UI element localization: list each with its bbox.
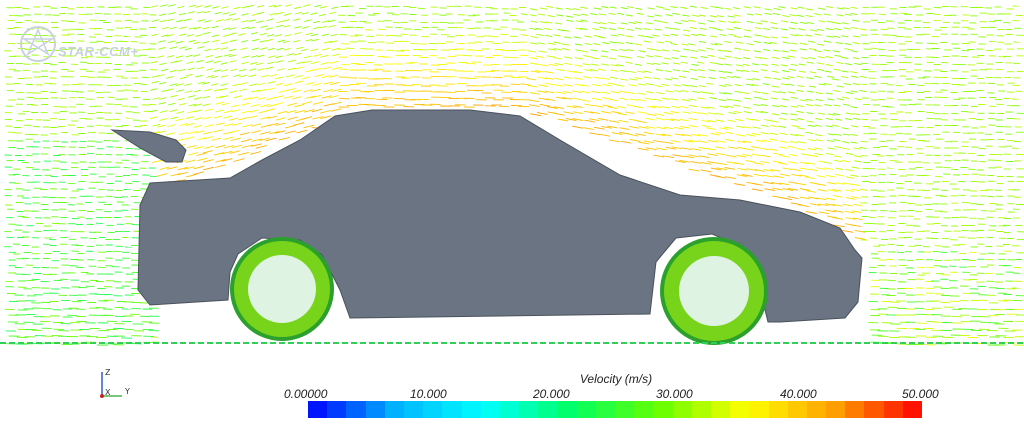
legend-color-cell — [519, 401, 539, 418]
rear-wheel — [230, 237, 334, 341]
legend-tick: 10.000 — [410, 387, 447, 401]
legend-color-cell — [691, 401, 711, 418]
legend-color-cell — [442, 401, 462, 418]
legend-tick: 40.000 — [780, 387, 817, 401]
legend-color-cell — [806, 401, 827, 418]
legend-color-cell — [730, 401, 750, 418]
legend-color-cell — [384, 401, 404, 418]
axis-y-label: Y — [125, 387, 130, 396]
axis-x-label: X — [105, 388, 111, 397]
logo-text: STAR-CCM+ — [58, 44, 139, 59]
legend-title: Velocity (m/s) — [579, 372, 653, 386]
legend-color-cell — [615, 401, 635, 418]
front-wheel — [660, 237, 768, 345]
legend-color-cell — [403, 401, 424, 418]
axis-triad-icon — [100, 372, 122, 398]
legend-color-cell — [346, 401, 366, 418]
legend-tick: 30.000 — [656, 387, 693, 401]
legend-color-cell — [595, 401, 615, 418]
legend-color-cell — [634, 401, 654, 418]
legend-color-cell — [576, 401, 596, 418]
legend-color-cell — [557, 401, 577, 418]
velocity-scalar-bar: Velocity (m/s) 0.00000 10.000 20.000 30.… — [284, 372, 939, 422]
legend-color-cell — [749, 401, 769, 418]
legend-color-cell — [653, 401, 673, 418]
legend-color-cell — [864, 401, 884, 418]
legend-color-cell — [538, 401, 558, 418]
rear-wing — [110, 129, 187, 163]
legend-color-cell — [845, 401, 865, 418]
legend-tick: 50.000 — [902, 387, 939, 401]
legend-color-cell — [710, 401, 731, 418]
axis-z-label: Z — [105, 368, 111, 377]
legend-color-cell — [883, 401, 903, 418]
legend-color-cell — [308, 401, 328, 418]
legend-color-cell — [461, 401, 481, 418]
legend-color-cell — [499, 401, 520, 418]
legend-color-cell — [826, 401, 846, 418]
axis-triad: Z X Y — [92, 366, 136, 406]
legend-color-cell — [423, 401, 443, 418]
legend-color-cell — [480, 401, 500, 418]
legend-colorbar — [308, 401, 922, 418]
legend-color-cell — [768, 401, 788, 418]
legend-color-cell — [365, 401, 385, 418]
legend-color-cell — [327, 401, 347, 418]
legend-color-cell — [902, 401, 922, 418]
legend-color-cell — [787, 401, 807, 418]
legend-tick: 20.000 — [533, 387, 570, 401]
legend-tick: 0.00000 — [284, 387, 328, 401]
legend-color-cell — [672, 401, 692, 418]
